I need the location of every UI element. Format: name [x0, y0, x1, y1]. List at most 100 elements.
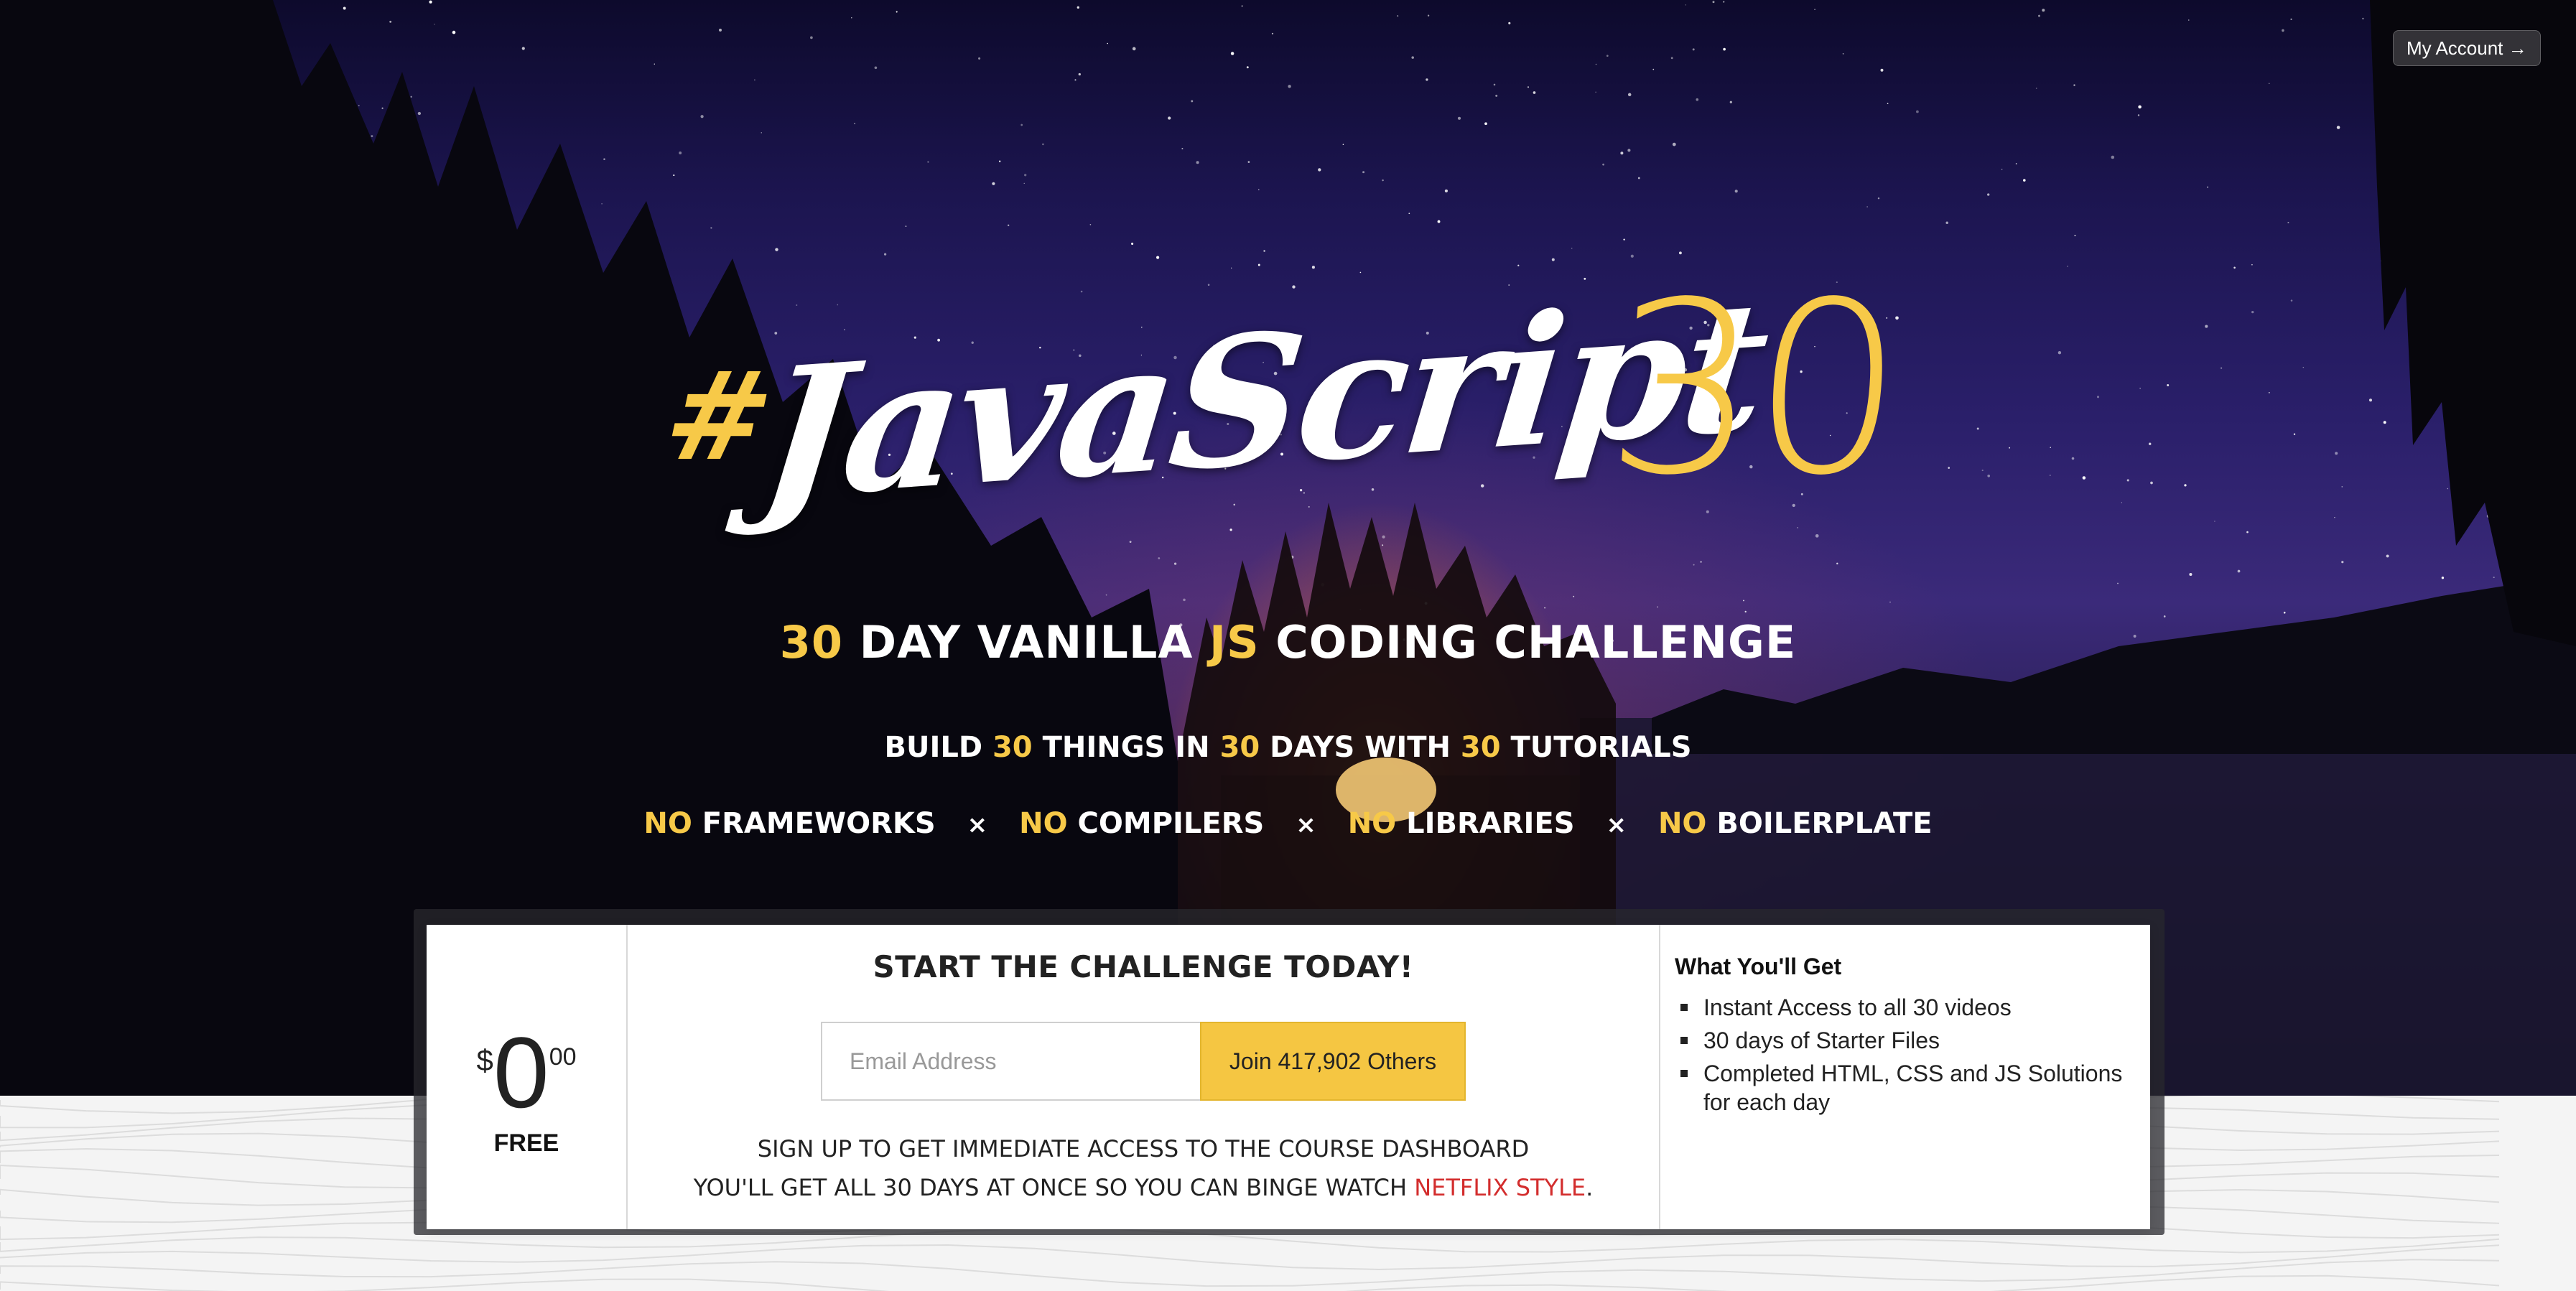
star — [1426, 78, 1428, 81]
star — [2073, 84, 2075, 86]
star — [927, 161, 929, 163]
logo-number: 30 — [1599, 251, 1906, 527]
star — [2282, 29, 2284, 32]
star — [1544, 607, 1545, 609]
star — [1411, 56, 1414, 59]
star — [1723, 1, 1725, 3]
star — [2293, 433, 2296, 436]
star — [1657, 606, 1658, 607]
star — [999, 160, 1001, 162]
star — [1620, 152, 1624, 155]
star — [1916, 110, 1919, 113]
star — [2111, 155, 2115, 159]
signup-card: $ 0 00 FREE Start the challenge today! J… — [427, 925, 2150, 1229]
subline-word: things in — [1042, 731, 1210, 764]
star — [1129, 541, 1132, 544]
star — [1887, 103, 1889, 105]
star — [1196, 161, 1199, 164]
no-frameworks-line: No Frameworks × No Compilers × No Librar… — [0, 807, 2576, 840]
star — [1288, 85, 1291, 88]
star — [1247, 161, 1250, 163]
star — [1362, 171, 1365, 174]
subline-number: 30 — [1460, 731, 1501, 764]
star — [2214, 521, 2215, 522]
subline-word: tutorials — [1510, 731, 1692, 764]
price-currency: $ — [476, 1043, 493, 1077]
subline-word: Build — [884, 731, 983, 764]
star — [1318, 168, 1321, 172]
star — [2251, 310, 2254, 314]
my-account-button[interactable]: My Account → — [2393, 30, 2541, 66]
star — [2096, 396, 2100, 399]
star — [1437, 220, 1441, 223]
star — [992, 182, 995, 185]
benefits-title: What You'll Get — [1675, 954, 1842, 979]
star — [1241, 5, 1243, 7]
star — [2341, 561, 2344, 564]
star — [1637, 177, 1640, 180]
star — [2167, 384, 2170, 386]
email-input[interactable] — [821, 1022, 1200, 1101]
star — [1652, 68, 1655, 70]
star — [1074, 79, 1077, 81]
star — [381, 107, 383, 109]
benefit-item: Instant Access to all 30 videos — [1675, 993, 2136, 1022]
star — [1533, 91, 1536, 94]
star — [1132, 47, 1136, 51]
price-amount: 0 — [493, 1015, 549, 1129]
javascript30-logo: # JavaScript 30 — [653, 251, 1906, 540]
star — [417, 111, 422, 116]
star — [2283, 611, 2286, 614]
signup-note: Sign up to get immediate access to the c… — [694, 1129, 1594, 1207]
star — [2251, 264, 2253, 266]
star — [761, 132, 762, 134]
star — [1606, 55, 1609, 57]
star — [2336, 126, 2340, 129]
star — [2302, 366, 2305, 368]
star — [1484, 122, 1487, 126]
star — [1246, 66, 1249, 69]
separator-icon: × — [967, 811, 988, 839]
star — [603, 158, 605, 160]
star — [371, 135, 373, 138]
star — [2207, 186, 2208, 188]
star — [1595, 91, 1596, 93]
star — [2287, 221, 2289, 224]
star — [521, 47, 525, 50]
star — [389, 20, 392, 23]
no-item: No Frameworks — [643, 807, 936, 840]
star — [1814, 9, 1815, 11]
star — [2067, 266, 2068, 267]
separator-icon: × — [1296, 811, 1316, 839]
star — [2074, 235, 2076, 236]
star — [1158, 557, 1161, 559]
separator-icon: × — [1606, 811, 1627, 839]
star — [2117, 582, 2119, 584]
join-button[interactable]: Join 417,902 Others — [1200, 1022, 1466, 1101]
star — [1987, 474, 1991, 477]
star — [1191, 100, 1194, 103]
star — [1712, 1, 1715, 4]
star — [2148, 442, 2152, 445]
star — [1408, 213, 1410, 215]
star — [1181, 147, 1184, 150]
price-free-label: FREE — [493, 1129, 559, 1157]
signup-form: Join 417,902 Others — [821, 1022, 1466, 1101]
star — [1729, 101, 1732, 103]
signup-title: Start the challenge today! — [873, 949, 1414, 984]
star — [452, 30, 456, 34]
build-30-subline: Build 30 things in 30 days with 30 tutor… — [0, 731, 2576, 764]
star — [2184, 484, 2187, 487]
star — [2042, 9, 2045, 12]
netflix-style-highlight: Netflix style — [1414, 1174, 1586, 1201]
star — [1258, 189, 1260, 190]
tagline-js: JS — [1209, 616, 1260, 668]
price-column: $ 0 00 FREE — [427, 925, 628, 1229]
star — [1693, 564, 1695, 566]
star — [2268, 83, 2270, 85]
star — [2138, 105, 2142, 109]
tagline-text: Day Vanilla — [859, 616, 1194, 668]
star — [1734, 190, 1738, 193]
star — [1077, 6, 1079, 9]
subline-word: days with — [1270, 731, 1451, 764]
